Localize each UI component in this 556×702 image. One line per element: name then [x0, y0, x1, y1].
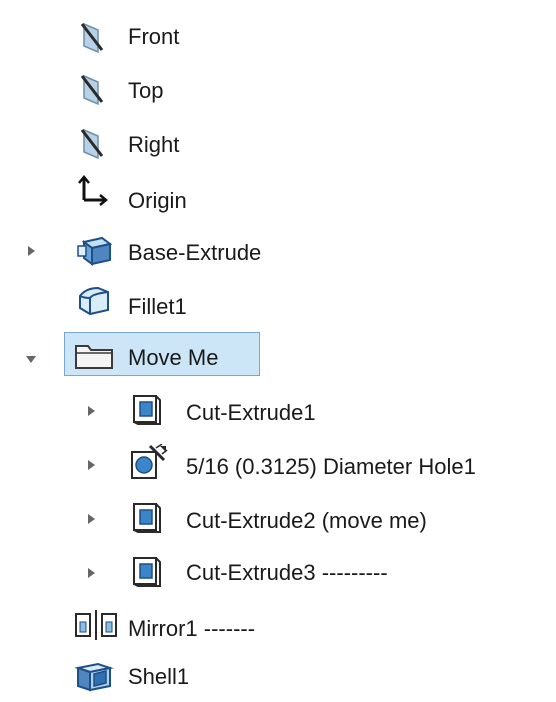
- origin-icon: [76, 174, 110, 208]
- fillet-icon: [74, 284, 109, 318]
- tree-item-label: Right: [128, 132, 180, 157]
- feature-tree: Front Top Right Origin Base-Extrude Fill…: [0, 0, 556, 700]
- cut-extrude-icon: [130, 500, 164, 534]
- tree-item-label: Cut-Extrude2 (move me): [186, 508, 427, 533]
- tree-item-origin[interactable]: Origin: [0, 172, 556, 222]
- tree-item-base-extrude[interactable]: Base-Extrude: [0, 226, 556, 276]
- tree-item-front[interactable]: Front: [0, 14, 556, 64]
- tree-item-diameter-hole1[interactable]: 5/16 (0.3125) Diameter Hole1: [0, 438, 556, 488]
- expand-arrow-icon[interactable]: [84, 512, 98, 526]
- expand-arrow-icon[interactable]: [84, 458, 98, 472]
- tree-item-label: Fillet1: [128, 294, 187, 319]
- collapse-arrow-icon[interactable]: [24, 352, 38, 366]
- extrude-icon: [74, 232, 113, 266]
- tree-item-label: Base-Extrude: [128, 240, 262, 265]
- tree-item-cut-extrude1[interactable]: Cut-Extrude1: [0, 384, 556, 434]
- expand-arrow-icon[interactable]: [24, 244, 38, 258]
- cut-extrude-icon: [130, 392, 164, 426]
- tree-item-label: Cut-Extrude3 ---------: [186, 560, 388, 585]
- tree-item-label: Move Me: [128, 345, 219, 370]
- plane-icon: [78, 20, 112, 54]
- tree-item-shell1[interactable]: Shell1: [0, 652, 556, 702]
- cut-extrude-icon: [130, 554, 164, 588]
- tree-item-move-me-folder[interactable]: Move Me: [0, 330, 556, 380]
- shell-icon: [72, 658, 114, 692]
- tree-item-label: Front: [128, 24, 180, 49]
- tree-item-label: Mirror1 -------: [128, 616, 256, 641]
- tree-item-cut-extrude3[interactable]: Cut-Extrude3 ---------: [0, 546, 556, 596]
- tree-item-label: Top: [128, 78, 164, 103]
- tree-item-label: Cut-Extrude1: [186, 400, 316, 425]
- tree-item-right[interactable]: Right: [0, 118, 556, 168]
- tree-item-mirror1[interactable]: Mirror1 -------: [0, 602, 556, 652]
- tree-item-top[interactable]: Top: [0, 66, 556, 116]
- folder-icon: [72, 338, 113, 372]
- tree-item-label: Origin: [128, 188, 187, 213]
- tree-item-label: 5/16 (0.3125) Diameter Hole1: [186, 454, 476, 479]
- mirror-icon: [72, 608, 117, 642]
- expand-arrow-icon[interactable]: [84, 566, 98, 580]
- expand-arrow-icon[interactable]: [84, 404, 98, 418]
- tree-item-cut-extrude2[interactable]: Cut-Extrude2 (move me): [0, 492, 556, 542]
- plane-icon: [78, 126, 112, 160]
- hole-wizard-icon: [126, 444, 168, 479]
- tree-item-fillet1[interactable]: Fillet1: [0, 278, 556, 328]
- tree-item-label: Shell1: [128, 664, 190, 689]
- plane-icon: [78, 72, 112, 106]
